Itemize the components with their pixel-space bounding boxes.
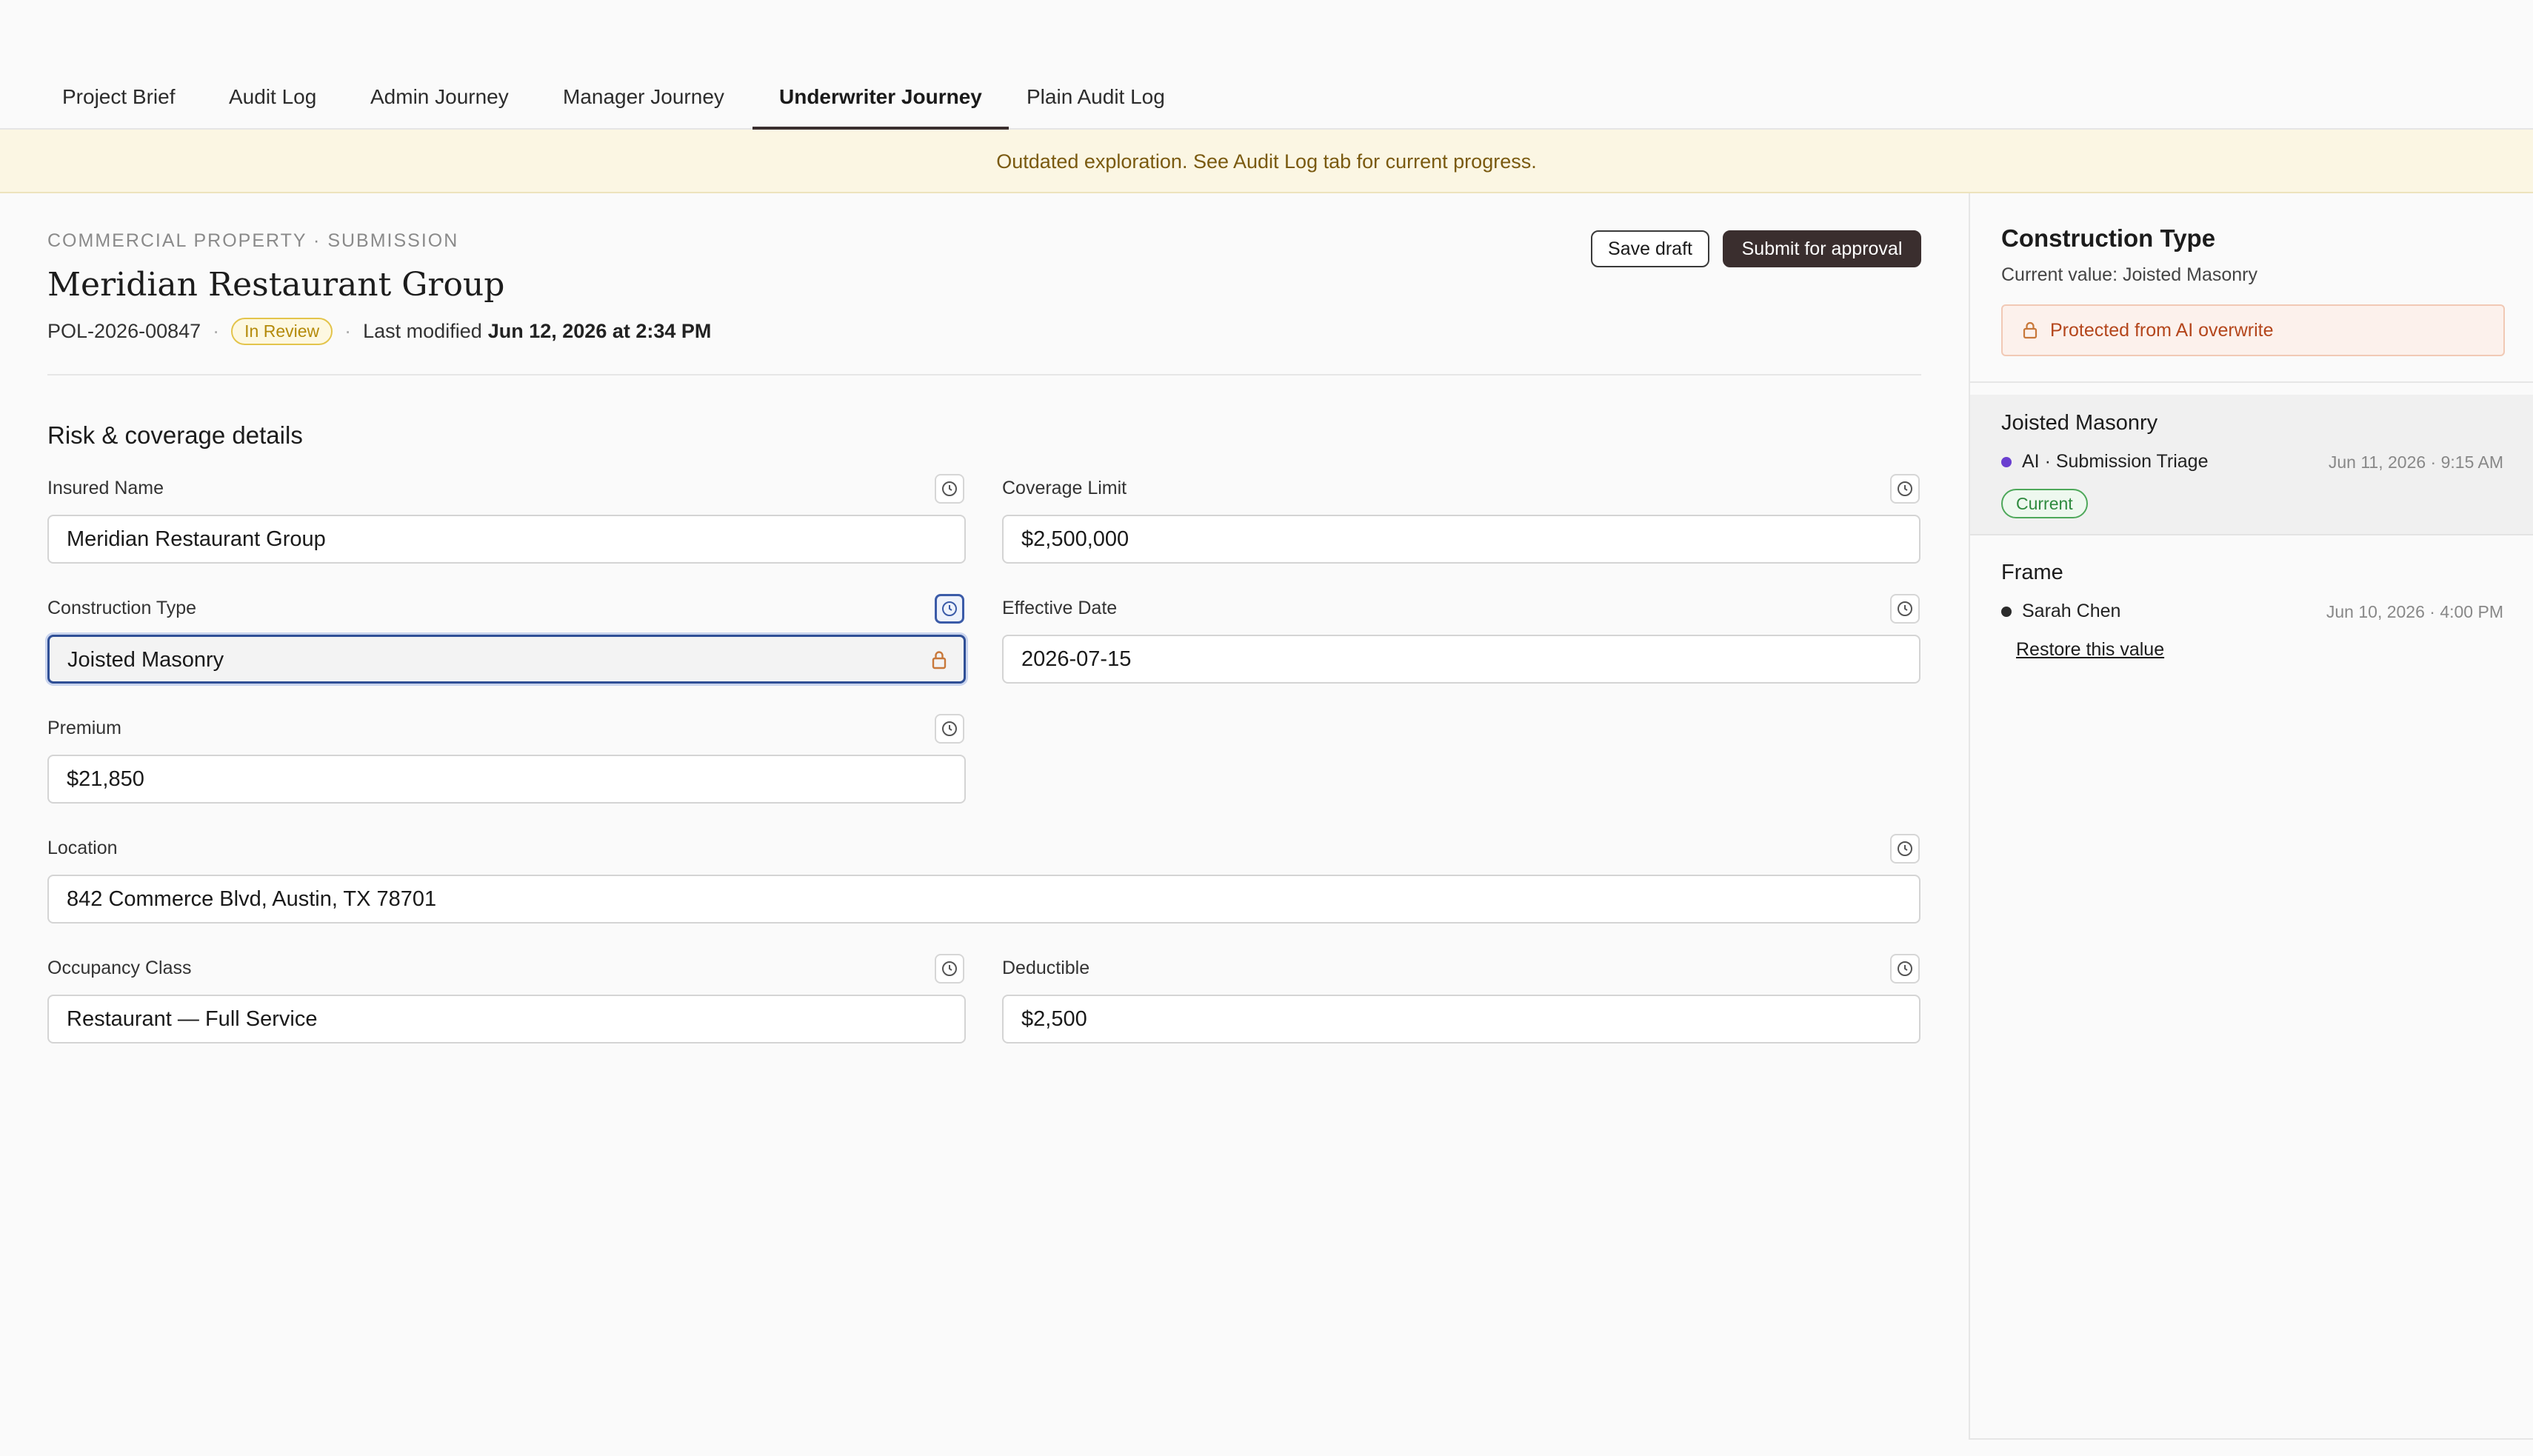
history-entry: Frame Sarah Chen Jun 10, 2026 · 4:00 PM … <box>1970 544 2533 663</box>
insured-name-input[interactable]: Meridian Restaurant Group <box>47 515 966 564</box>
location-label: Location <box>47 838 118 858</box>
history-source: Sarah Chen <box>2001 601 2120 622</box>
field-history-panel: Construction Type Current value: Joisted… <box>1969 193 2533 1440</box>
history-clock-icon[interactable] <box>1890 834 1920 864</box>
premium-label: Premium <box>47 718 122 738</box>
separator: · <box>344 319 352 342</box>
source-dot-icon <box>2001 606 2012 617</box>
occupancy-class-input[interactable]: Restaurant — Full Service <box>47 995 966 1043</box>
deductible-label: Deductible <box>1002 958 1090 978</box>
modified-label: Last modified <box>363 319 482 342</box>
history-value: Frame <box>2001 561 2063 584</box>
location-input[interactable]: 842 Commerce Blvd, Austin, TX 78701 <box>47 875 1920 924</box>
policy-id: POL-2026-00847 <box>47 319 201 342</box>
separator: · <box>213 319 220 342</box>
outdated-banner: Outdated exploration. See Audit Log tab … <box>0 130 2533 193</box>
protected-text: Protected from AI overwrite <box>2050 319 2274 341</box>
tab-admin-journey[interactable]: Admin Journey <box>344 71 535 130</box>
modified-value: Jun 12, 2026 at 2:34 PM <box>487 319 712 342</box>
tab-bar: Project Brief Audit Log Admin Journey Ma… <box>0 0 2533 130</box>
lock-icon <box>2023 321 2038 339</box>
history-clock-icon[interactable] <box>1890 594 1920 624</box>
submit-for-approval-button[interactable]: Submit for approval <box>1723 230 1921 267</box>
effective-date-label: Effective Date <box>1002 598 1118 618</box>
section-title: Risk & coverage details <box>47 421 303 449</box>
deductible-input[interactable]: $2,500 <box>1002 995 1920 1043</box>
divider <box>47 374 1921 375</box>
insured-name-label: Insured Name <box>47 478 164 498</box>
occupancy-class-label: Occupancy Class <box>47 958 192 978</box>
current-value: Current value: Joisted Masonry <box>2001 264 2257 285</box>
tab-audit-log[interactable]: Audit Log <box>202 71 343 130</box>
save-draft-button[interactable]: Save draft <box>1591 230 1709 267</box>
history-clock-icon[interactable] <box>935 474 964 504</box>
source-name: AI · Submission Triage <box>2022 451 2209 472</box>
status-badge: In Review <box>231 317 333 345</box>
page-title: Meridian Restaurant Group <box>47 266 505 304</box>
history-timestamp: Jun 10, 2026 · 4:00 PM <box>2326 602 2503 621</box>
history-clock-icon[interactable] <box>935 594 964 624</box>
coverage-limit-input[interactable]: $2,500,000 <box>1002 515 1920 564</box>
tab-plain-audit-log[interactable]: Plain Audit Log <box>1000 71 1192 130</box>
history-clock-icon[interactable] <box>1890 474 1920 504</box>
history-clock-icon[interactable] <box>935 954 964 984</box>
history-timestamp: Jun 11, 2026 · 9:15 AM <box>2328 453 2503 472</box>
current-badge: Current <box>2001 489 2088 518</box>
divider <box>1970 381 2533 383</box>
source-dot-icon <box>2001 456 2012 467</box>
coverage-limit-label: Coverage Limit <box>1002 478 1127 498</box>
protected-notice: Protected from AI overwrite <box>2001 304 2505 356</box>
premium-input[interactable]: $21,850 <box>47 755 966 804</box>
source-name: Sarah Chen <box>2022 601 2121 621</box>
tab-underwriter-journey[interactable]: Underwriter Journey <box>752 71 1009 130</box>
main-content: COMMERCIAL PROPERTY · SUBMISSION Meridia… <box>0 193 1969 1456</box>
effective-date-input[interactable]: 2026-07-15 <box>1002 635 1920 684</box>
lock-icon <box>932 651 947 669</box>
restore-value-link[interactable]: Restore this value <box>2016 639 2164 661</box>
history-clock-icon[interactable] <box>935 714 964 744</box>
panel-title: Construction Type <box>2001 224 2216 252</box>
construction-type-value: Joisted Masonry <box>67 648 224 672</box>
history-source: AI · Submission Triage <box>2001 451 2209 472</box>
tab-project-brief[interactable]: Project Brief <box>36 71 202 130</box>
construction-type-input[interactable]: Joisted Masonry <box>47 635 966 684</box>
history-value: Joisted Masonry <box>2001 411 2158 435</box>
history-entry: Joisted Masonry AI · Submission Triage J… <box>1970 395 2533 535</box>
construction-type-label: Construction Type <box>47 598 197 618</box>
breadcrumb: COMMERCIAL PROPERTY · SUBMISSION <box>47 230 459 251</box>
history-clock-icon[interactable] <box>1890 954 1920 984</box>
tab-manager-journey[interactable]: Manager Journey <box>536 71 751 130</box>
submission-meta: POL-2026-00847 · In Review · Last modifi… <box>47 315 711 347</box>
